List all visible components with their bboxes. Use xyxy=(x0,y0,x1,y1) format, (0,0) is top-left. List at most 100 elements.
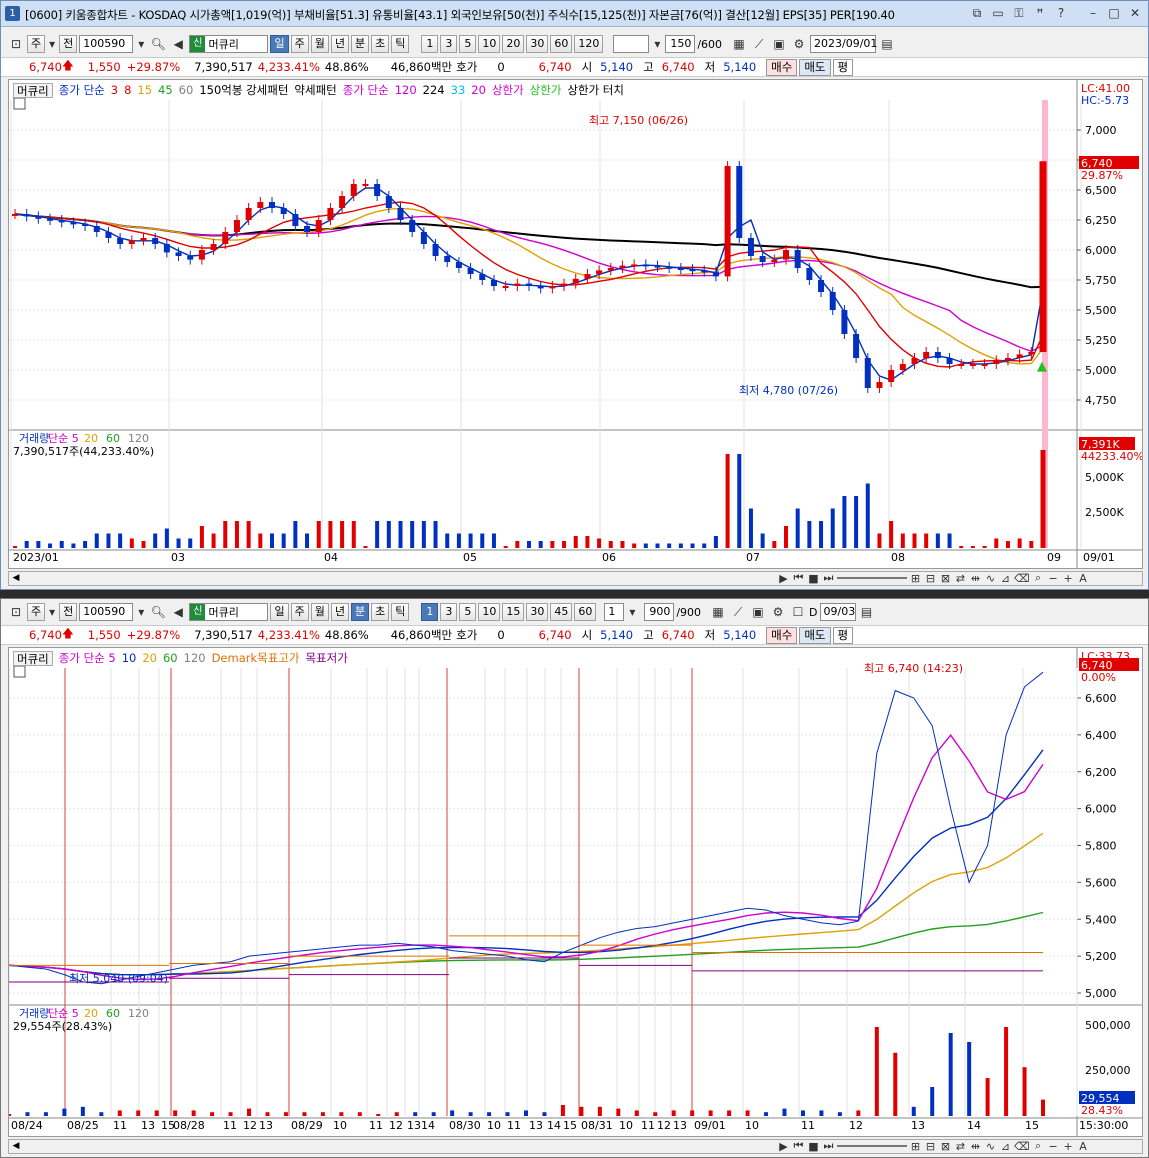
indicator-icon[interactable]: ⊟ xyxy=(924,572,937,585)
save-icon[interactable]: ▣ xyxy=(770,35,788,53)
play-icon[interactable]: ▶ xyxy=(777,1140,790,1153)
text-icon[interactable]: A xyxy=(1077,572,1090,585)
maximize-icon[interactable]: □ xyxy=(1105,5,1123,22)
crosshair-icon[interactable]: ⊞ xyxy=(909,1140,922,1153)
calendar-icon[interactable]: ▤ xyxy=(858,603,876,621)
erase-icon[interactable]: ⌫ xyxy=(1014,572,1030,585)
zoom-slider[interactable] xyxy=(837,577,907,579)
interval-button-6[interactable]: 60 xyxy=(550,35,573,53)
chevron-down-icon[interactable]: ▾ xyxy=(47,603,57,621)
chevron-down-icon[interactable]: ▾ xyxy=(135,35,147,53)
minute-chart-svg[interactable]: 6,600 6,400 6,200 6,000 5,800 5,600 5,400 5,200… xyxy=(7,648,1142,1136)
minute-chart-area[interactable]: 6,600 6,400 6,200 6,000 5,800 5,600 5,400 5,200… xyxy=(7,647,1143,1137)
period-tab-5[interactable]: 초 xyxy=(371,603,390,621)
calendar-icon[interactable]: ▤ xyxy=(878,35,896,53)
speaker-icon[interactable]: ◀ xyxy=(169,35,187,53)
interval-button-2[interactable]: 5 xyxy=(459,603,477,621)
indicator-icon[interactable]: ⊟ xyxy=(924,1140,937,1153)
interval-button-7[interactable]: 60 xyxy=(574,603,597,621)
sell-button[interactable]: 매도 xyxy=(799,626,831,644)
interval-button-0[interactable]: 1 xyxy=(421,35,439,53)
avg-button[interactable]: 평 xyxy=(832,58,854,76)
text-icon[interactable]: A xyxy=(1077,1140,1090,1153)
period-tab-6[interactable]: 틱 xyxy=(391,603,410,621)
erase-icon[interactable]: ⌫ xyxy=(1014,1140,1030,1153)
line-icon[interactable]: ⇄ xyxy=(954,572,967,585)
interval-button-4[interactable]: 20 xyxy=(502,35,525,53)
crosshair-icon[interactable]: ⊞ xyxy=(909,572,922,585)
legend-item-6[interactable]: 60 xyxy=(179,83,194,97)
zoom-in-icon[interactable]: + xyxy=(1062,572,1075,585)
stock-code-input[interactable]: 100590 xyxy=(79,603,134,621)
legend-item-1[interactable]: 종가 단순 5 xyxy=(59,650,116,666)
speaker-icon[interactable]: ◀ xyxy=(169,603,187,621)
rewind-icon[interactable]: ⏮ xyxy=(792,571,805,585)
interval-button-6[interactable]: 45 xyxy=(550,603,573,621)
gear-icon[interactable]: ⚙ xyxy=(790,35,808,53)
legend-item-4[interactable]: 60 xyxy=(163,651,178,665)
legend-item-10[interactable]: 120 xyxy=(395,83,417,97)
period-tab-4[interactable]: 분 xyxy=(350,35,370,53)
date-input[interactable]: 09/03 xyxy=(819,603,856,621)
buy-button[interactable]: 매수 xyxy=(766,58,798,76)
stop-icon[interactable]: ■ xyxy=(807,572,820,585)
legend-item-8[interactable]: 약세패턴 xyxy=(294,82,336,98)
zoom-out-icon[interactable]: − xyxy=(1047,572,1060,585)
interval-button-2[interactable]: 5 xyxy=(459,35,477,53)
interval-button-5[interactable]: 30 xyxy=(526,603,549,621)
interval-button-3[interactable]: 10 xyxy=(478,35,501,53)
restore-icon[interactable]: ⧉ xyxy=(968,5,986,22)
ruler-icon[interactable]: ⊿ xyxy=(999,1140,1012,1153)
checkbox[interactable]: ☐ xyxy=(789,603,807,621)
scroll-left-arrow[interactable]: ◀ xyxy=(9,572,23,585)
legend-item-2[interactable]: 3 xyxy=(111,83,118,97)
period-tab-3[interactable]: 년 xyxy=(330,603,349,621)
zoom-slider[interactable] xyxy=(837,1145,907,1147)
save-icon[interactable]: ▣ xyxy=(749,603,767,621)
sell-button[interactable]: 매도 xyxy=(799,58,831,76)
period-tab-6[interactable]: 틱 xyxy=(391,35,410,53)
count-select[interactable]: 1 xyxy=(604,603,625,621)
period-tab-4[interactable]: 분 xyxy=(350,603,370,621)
grid-icon[interactable]: ▦ xyxy=(709,603,727,621)
rewind-icon[interactable]: ⏮ xyxy=(792,1139,805,1153)
stop-icon[interactable]: ■ xyxy=(807,1140,820,1153)
interval-button-0[interactable]: 1 xyxy=(421,603,439,621)
pin-icon[interactable]: ꟸ xyxy=(1031,5,1049,22)
layout-icon[interactable]: ⊡ xyxy=(7,603,25,621)
stock-name-field[interactable]: 신 머큐리 xyxy=(189,603,269,621)
period-tab-2[interactable]: 월 xyxy=(310,603,329,621)
layout-icon[interactable]: ⊡ xyxy=(7,35,25,53)
interval-custom-input[interactable] xyxy=(613,35,650,53)
legend-item-13[interactable]: 20 xyxy=(471,83,486,97)
legend-item-7[interactable]: 목표저가 xyxy=(305,650,347,666)
interval-button-5[interactable]: 30 xyxy=(526,35,549,53)
legend-item-11[interactable]: 224 xyxy=(423,83,445,97)
legend-item-1[interactable]: 종가 단순 xyxy=(59,82,105,98)
period-tab-1[interactable]: 주 xyxy=(290,35,309,53)
legend-item-5[interactable]: 45 xyxy=(158,83,173,97)
market-type-select[interactable]: 주 xyxy=(27,35,46,53)
search-icon[interactable]: 🔍︎ xyxy=(149,603,167,621)
prev-button[interactable]: 전 xyxy=(59,603,78,621)
legend-item-9[interactable]: 종가 단순 xyxy=(343,82,389,98)
search-icon[interactable]: 🔍︎ xyxy=(149,35,167,53)
legend-item-4[interactable]: 15 xyxy=(137,83,152,97)
prev-button[interactable]: 전 xyxy=(59,35,78,53)
buy-button[interactable]: 매수 xyxy=(766,626,798,644)
pattern-icon[interactable]: ⟋ xyxy=(729,603,747,621)
interval-button-3[interactable]: 10 xyxy=(478,603,501,621)
legend-item-12[interactable]: 33 xyxy=(451,83,466,97)
fib-icon[interactable]: ⇹ xyxy=(969,572,982,585)
period-tab-0[interactable]: 일 xyxy=(270,603,289,621)
period-tab-1[interactable]: 주 xyxy=(290,603,309,621)
interval-button-7[interactable]: 120 xyxy=(574,35,604,53)
daily-chart-area[interactable]: 7,0006,7506,5006,2506,0005,7505,5005,250… xyxy=(8,79,1144,569)
zoom-icon[interactable]: ⌕ xyxy=(1032,571,1045,585)
grid-icon[interactable]: ▦ xyxy=(730,35,748,53)
gear-icon[interactable]: ⚙ xyxy=(769,603,787,621)
play-icon[interactable]: ▶ xyxy=(777,572,790,585)
zoom-in-icon[interactable]: + xyxy=(1062,1140,1075,1153)
zoom-icon[interactable]: ⌕ xyxy=(1032,1139,1045,1153)
legend-item-16[interactable]: 상한가 터치 xyxy=(567,82,624,98)
